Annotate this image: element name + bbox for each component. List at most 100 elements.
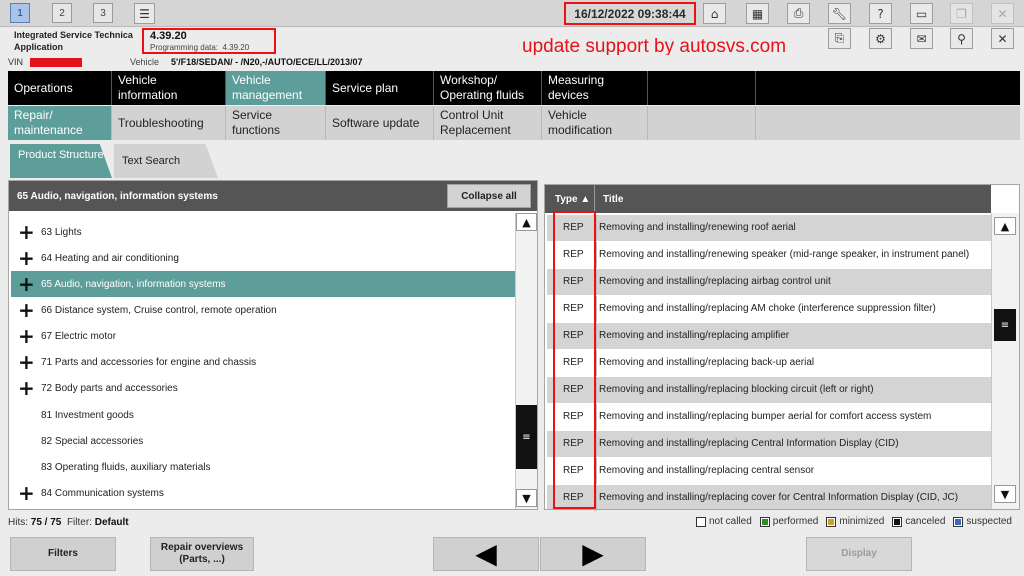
sub-navigation: Repair/ maintenance Troubleshooting Serv… [8, 106, 1020, 140]
table-row[interactable]: REP Removing and installing/replacing bac… [547, 350, 991, 376]
table-row[interactable]: REP Removing and installing/renewing spea… [547, 242, 991, 268]
filter-value: Default [94, 517, 129, 528]
home-icon[interactable]: ⌂ [703, 3, 726, 24]
arrow-right-icon: ▶ [582, 537, 604, 570]
help-icon[interactable]: ? [869, 3, 892, 24]
tab-measuring-devices[interactable]: Measuring devices [542, 71, 648, 105]
table-row[interactable]: REP Removing and installing/replacing amp… [547, 323, 991, 349]
table-scrollbar[interactable]: ▲ ≡ ▼ [991, 213, 1019, 509]
forward-button[interactable]: ▶ [540, 537, 646, 571]
close-window-icon[interactable]: ✕ [991, 3, 1014, 24]
legend-label: minimized [839, 516, 885, 527]
wrench-icon[interactable]: 🔧︎ [828, 3, 851, 24]
table-row[interactable]: REP Removing and installing/replacing Cen… [547, 431, 991, 457]
tab-empty-1 [648, 71, 756, 105]
tree-item[interactable]: +72 Body parts and accessories [11, 375, 515, 401]
table-row[interactable]: REP Removing and installing/replacing AM … [547, 296, 991, 322]
arrow-left-icon: ◀ [475, 537, 497, 570]
display-button[interactable]: Display [806, 537, 912, 571]
tree-item[interactable]: +71 Parts and accessories for engine and… [11, 349, 515, 375]
table-row[interactable]: REP Removing and installing/replacing cov… [547, 485, 991, 511]
tab-troubleshooting[interactable]: Troubleshooting [112, 106, 226, 140]
minimize-icon[interactable]: ▭ [910, 3, 933, 24]
window-3-button[interactable]: 3 [93, 3, 113, 23]
workshop-card-icon[interactable]: ▦ [746, 3, 769, 24]
tab-product-structure[interactable]: Product Structure [10, 144, 112, 178]
tab-vehicle-modification[interactable]: Vehicle modification [542, 106, 648, 140]
tab-empty-2 [648, 106, 756, 140]
scroll-thumb[interactable]: ≡ [994, 309, 1016, 341]
expand-icon[interactable]: + [18, 378, 35, 398]
tree-item[interactable]: +63 Lights [11, 219, 515, 245]
repair-overviews-button[interactable]: Repair overviews (Parts, ...) [150, 537, 254, 571]
tab-software-update[interactable]: Software update [326, 106, 434, 140]
hits-label: Hits: [8, 517, 28, 528]
column-divider [596, 404, 597, 430]
tab-vehicle-management[interactable]: Vehicle management [226, 71, 326, 105]
filters-button[interactable]: Filters [10, 537, 116, 571]
col-type-header[interactable]: Type ▲ [555, 194, 590, 205]
collapse-all-button[interactable]: Collapse all [447, 184, 531, 208]
tab-text-search[interactable]: Text Search [114, 144, 218, 178]
expand-icon[interactable]: + [18, 300, 35, 320]
table-row[interactable]: REP Removing and installing/replacing bum… [547, 404, 991, 430]
restore-icon[interactable]: ❐ [950, 3, 973, 24]
scroll-down-icon[interactable]: ▼ [516, 489, 537, 507]
tab-workshop-operating-fluids[interactable]: Workshop/ Operating fluids [434, 71, 542, 105]
tree-item[interactable]: 82 Special accessories [11, 428, 515, 454]
version-box: 4.39.20 Programming data: 4.39.20 [142, 28, 276, 54]
expand-icon[interactable]: + [18, 326, 35, 346]
row-type: REP [563, 276, 584, 287]
tab-control-unit-replacement[interactable]: Control Unit Replacement [434, 106, 542, 140]
tab-repair-maintenance[interactable]: Repair/ maintenance [8, 106, 112, 140]
legend-swatch [759, 516, 770, 527]
mail-icon[interactable]: ✉ [910, 28, 933, 49]
tree-item-selected[interactable]: +65 Audio, navigation, information syste… [11, 271, 515, 297]
tree-item-label: 84 Communication systems [41, 487, 164, 499]
row-type: REP [563, 411, 584, 422]
back-button[interactable]: ◀ [433, 537, 539, 571]
tree-item[interactable]: +64 Heating and air conditioning [11, 245, 515, 271]
tree-item[interactable]: 81 Investment goods [11, 402, 515, 428]
window-1-button[interactable]: 1 [10, 3, 30, 23]
expand-icon[interactable]: + [18, 274, 35, 294]
scroll-thumb[interactable]: ≡ [516, 405, 537, 469]
tab-service-plan[interactable]: Service plan [326, 71, 434, 105]
tree-item[interactable]: +67 Electric motor [11, 323, 515, 349]
expand-icon[interactable]: + [18, 222, 35, 242]
expand-icon[interactable]: + [18, 352, 35, 372]
close-session-icon[interactable]: ✕ [991, 28, 1014, 49]
scroll-up-icon[interactable]: ▲ [994, 217, 1016, 235]
tree-item[interactable]: 83 Operating fluids, auxiliary materials [11, 454, 515, 480]
tree-scrollbar[interactable]: ▲ ≡ ▼ [515, 213, 537, 509]
version-number: 4.39.20 [150, 30, 187, 42]
col-title-header[interactable]: Title [603, 194, 623, 205]
table-row[interactable]: REP Removing and installing/replacing air… [547, 269, 991, 295]
row-type: REP [563, 330, 584, 341]
gear-icon[interactable]: ⚙ [869, 28, 892, 49]
copy-document-icon[interactable]: ⎘ [828, 28, 851, 49]
product-structure-tree: 65 Audio, navigation, information system… [8, 180, 538, 510]
window-2-button[interactable]: 2 [52, 3, 72, 23]
scroll-down-icon[interactable]: ▼ [994, 485, 1016, 503]
print-icon[interactable]: ⎙ [787, 3, 810, 24]
expand-icon[interactable]: + [18, 483, 35, 503]
column-divider [596, 350, 597, 376]
list-icon[interactable]: ☰ [134, 3, 155, 24]
tree-item[interactable]: +84 Communication systems [11, 480, 515, 506]
tree-item-label: 64 Heating and air conditioning [41, 252, 179, 264]
expand-icon[interactable]: + [18, 248, 35, 268]
table-row[interactable]: REP Removing and installing/replacing cen… [547, 458, 991, 484]
row-type: REP [563, 249, 584, 260]
air-icon[interactable]: ⚲ [950, 28, 973, 49]
tab-service-functions[interactable]: Service functions [226, 106, 326, 140]
tab-vehicle-information[interactable]: Vehicle information [112, 71, 226, 105]
row-type: REP [563, 357, 584, 368]
tab-operations[interactable]: Operations [8, 71, 112, 105]
tree-item[interactable]: +66 Distance system, Cruise control, rem… [11, 297, 515, 323]
app-name: Integrated Service Technica Application [14, 29, 133, 53]
table-row[interactable]: REP Removing and installing/renewing roof… [547, 215, 991, 241]
column-divider [596, 431, 597, 457]
table-row[interactable]: REP Removing and installing/replacing blo… [547, 377, 991, 403]
scroll-up-icon[interactable]: ▲ [516, 213, 537, 231]
